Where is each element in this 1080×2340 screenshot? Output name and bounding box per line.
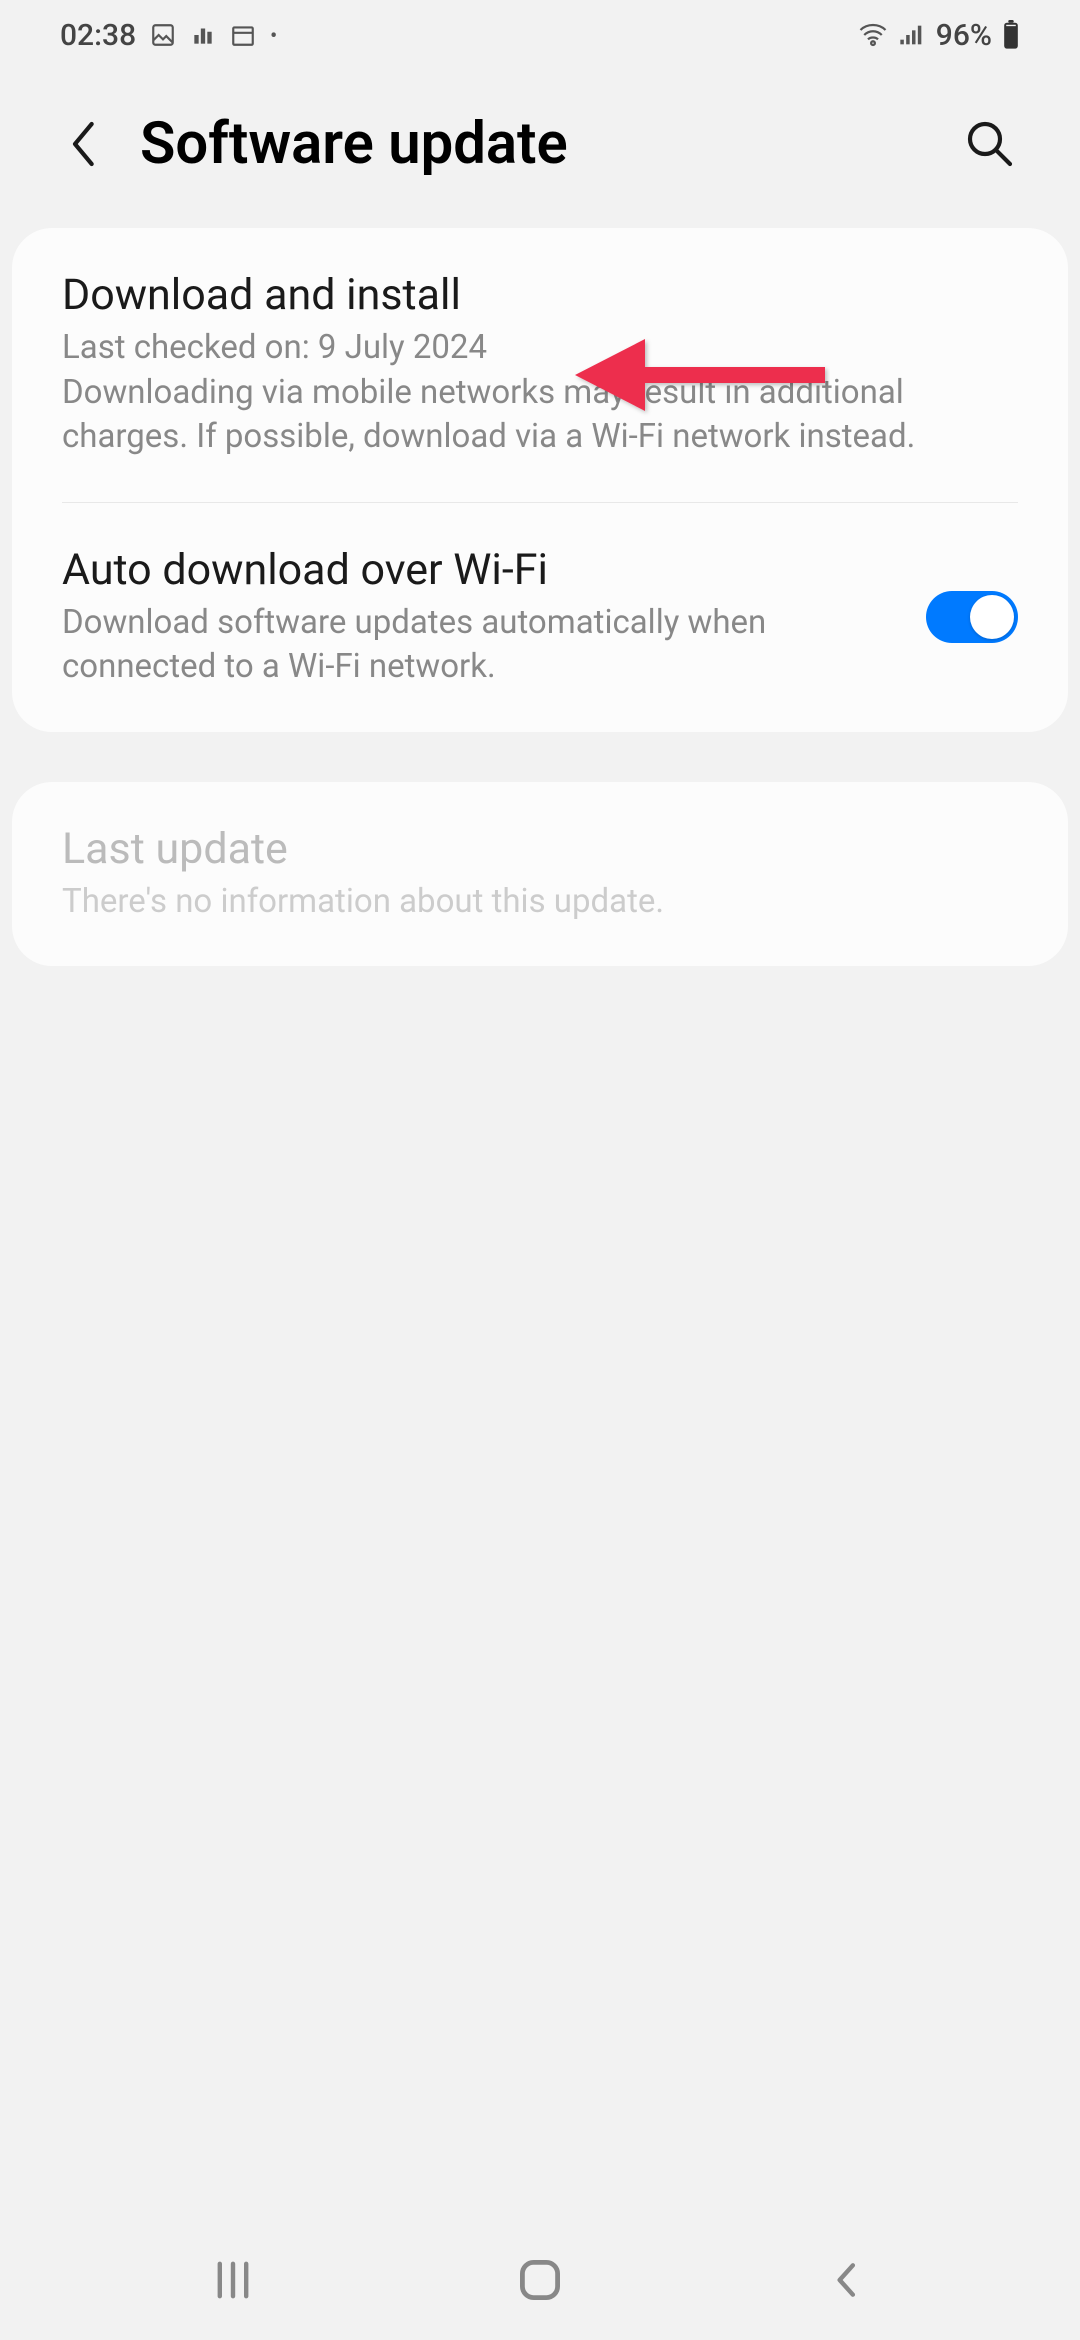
home-icon xyxy=(516,2256,564,2304)
download-install-item[interactable]: Download and install Last checked on: 9 … xyxy=(12,228,1068,502)
page-header: Software update xyxy=(0,70,1080,228)
item-subtitle: There's no information about this update… xyxy=(62,880,1018,925)
navigation-bar xyxy=(0,2220,1080,2340)
back-button[interactable] xyxy=(60,119,110,169)
nav-home-button[interactable] xyxy=(510,2250,570,2310)
item-title: Last update xyxy=(62,824,1018,874)
auto-download-item[interactable]: Auto download over Wi-Fi Download softwa… xyxy=(12,503,1068,732)
toggle-knob xyxy=(970,595,1014,639)
status-right: 96% xyxy=(858,18,1020,53)
search-button[interactable] xyxy=(960,114,1020,174)
image-icon xyxy=(150,22,176,48)
item-subtitle: Download software updates automatically … xyxy=(62,601,896,690)
item-title: Auto download over Wi-Fi xyxy=(62,545,896,595)
status-time: 02:38 xyxy=(60,18,136,53)
item-content: Auto download over Wi-Fi Download softwa… xyxy=(62,545,896,690)
battery-percent: 96% xyxy=(936,18,992,53)
nav-back-button[interactable] xyxy=(817,2250,877,2310)
page-title: Software update xyxy=(140,110,930,178)
status-left: 02:38 • xyxy=(60,18,277,53)
last-update-card: Last update There's no information about… xyxy=(12,782,1068,967)
status-bar: 02:38 • 96% xyxy=(0,0,1080,70)
signal-icon xyxy=(898,22,926,48)
calendar-icon xyxy=(230,22,256,48)
wifi-icon xyxy=(858,22,888,48)
auto-download-toggle[interactable] xyxy=(926,591,1018,643)
chevron-left-icon xyxy=(829,2258,865,2302)
nav-recents-button[interactable] xyxy=(203,2250,263,2310)
search-icon xyxy=(965,119,1015,169)
dot-icon: • xyxy=(270,23,277,47)
item-title: Download and install xyxy=(62,270,1018,320)
recents-icon xyxy=(211,2258,255,2302)
settings-card: Download and install Last checked on: 9 … xyxy=(12,228,1068,732)
item-subtitle: Last checked on: 9 July 2024 Downloading… xyxy=(62,326,1018,460)
battery-icon xyxy=(1002,20,1020,50)
chevron-left-icon xyxy=(67,119,103,169)
chart-icon xyxy=(190,22,216,48)
last-update-item: Last update There's no information about… xyxy=(12,782,1068,967)
